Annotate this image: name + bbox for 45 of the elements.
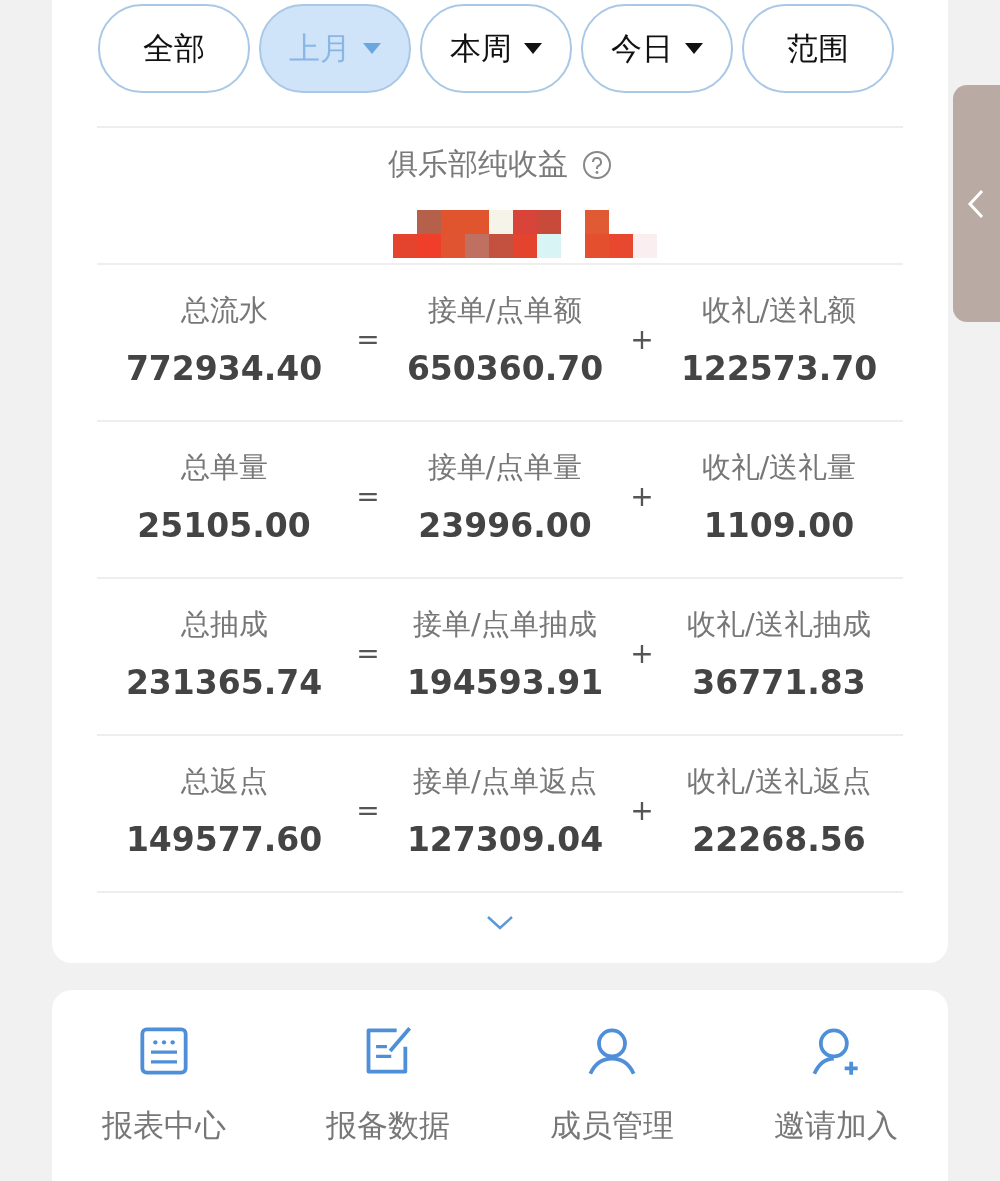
summary-title: 俱乐部纯收益 <box>388 145 568 183</box>
metric-label: 收礼/送礼抽成 <box>687 606 871 643</box>
metric-label: 总单量 <box>180 449 268 486</box>
metric-value: 194593.91 <box>406 663 604 702</box>
operator: = <box>355 323 381 356</box>
filter-button[interactable]: 今日 <box>581 4 733 93</box>
metric-label: 接单/点单返点 <box>413 763 597 800</box>
metric-label: 接单/点单量 <box>427 449 583 486</box>
report-icon[interactable] <box>138 1025 190 1077</box>
metric-value: 772934.40 <box>125 349 323 388</box>
operator: + <box>629 323 655 356</box>
metric-value: 149577.60 <box>125 820 323 859</box>
operator: = <box>355 637 381 670</box>
chevron-down-icon[interactable] <box>486 915 514 931</box>
operator: + <box>629 794 655 827</box>
filter-button[interactable]: 范围 <box>742 4 894 93</box>
filter-button[interactable]: 本周 <box>420 4 572 93</box>
metric-value: 23996.00 <box>418 506 592 545</box>
metric-value: 22268.56 <box>692 820 866 859</box>
metric-label: 收礼/送礼量 <box>701 449 857 486</box>
metric-value: 127309.04 <box>406 820 604 859</box>
metric-value: 36771.83 <box>692 663 866 702</box>
operator: = <box>355 794 381 827</box>
metric-label: 收礼/送礼返点 <box>687 763 871 800</box>
metric-label: 总抽成 <box>180 606 268 643</box>
operator: = <box>355 480 381 513</box>
metric-label: 接单/点单额 <box>427 292 583 329</box>
action-label[interactable]: 邀请加入 <box>774 1105 898 1147</box>
metric-value: 25105.00 <box>137 506 311 545</box>
metric-label: 总返点 <box>180 763 268 800</box>
action-label[interactable]: 报表中心 <box>102 1105 226 1147</box>
metric-value: 231365.74 <box>125 663 323 702</box>
action-label[interactable]: 成员管理 <box>550 1105 674 1147</box>
metric-value: 650360.70 <box>406 349 604 388</box>
metric-value: 122573.70 <box>680 349 878 388</box>
operator: + <box>629 637 655 670</box>
operator: + <box>629 480 655 513</box>
action-label[interactable]: 报备数据 <box>326 1105 450 1147</box>
metric-label: 总流水 <box>180 292 268 329</box>
filter-button[interactable]: 全部 <box>98 4 250 93</box>
metric-label: 接单/点单抽成 <box>413 606 597 643</box>
metric-label: 收礼/送礼额 <box>701 292 857 329</box>
metric-value: 1109.00 <box>703 506 855 545</box>
chevron-left-icon <box>967 188 985 219</box>
help-icon[interactable] <box>582 149 612 180</box>
